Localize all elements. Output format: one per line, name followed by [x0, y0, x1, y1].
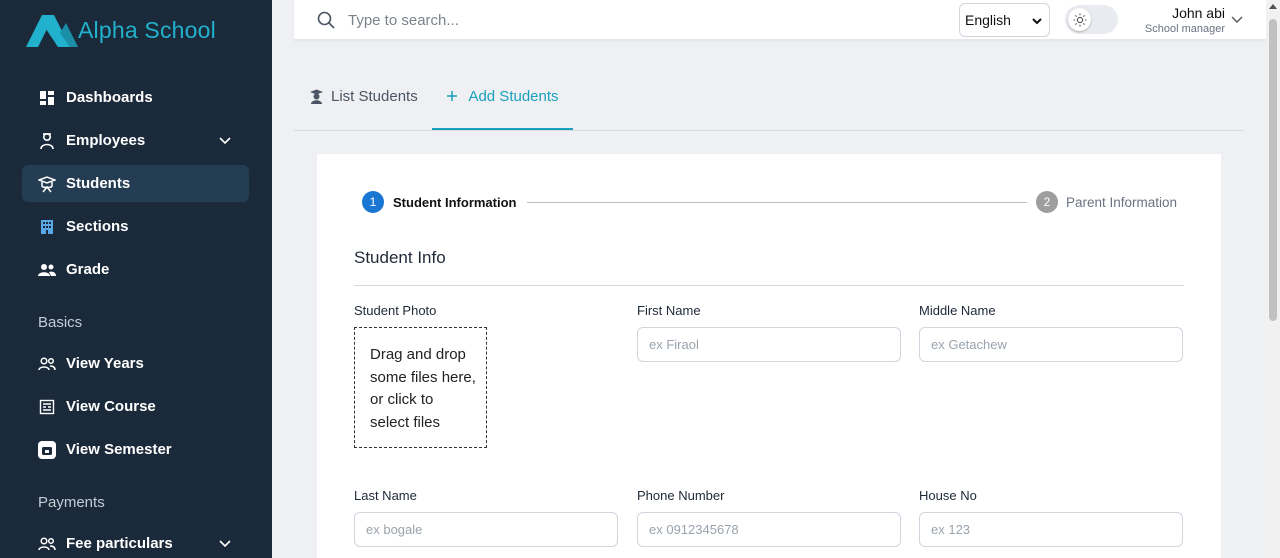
- scroll-thumb[interactable]: [1269, 19, 1277, 321]
- plus-icon: [446, 88, 462, 104]
- chevron-down-icon: [1032, 18, 1042, 25]
- users-icon: [38, 261, 56, 279]
- chevron-down-icon[interactable]: [217, 535, 233, 551]
- user-role: School manager: [1144, 23, 1225, 35]
- course-icon: [38, 398, 56, 416]
- sidebar-item-label: View Years: [66, 355, 144, 372]
- phone-number-input[interactable]: [637, 512, 901, 547]
- stepper-connector: [527, 202, 1027, 203]
- graduate-icon: [309, 88, 325, 104]
- brand-name: Alpha School: [78, 16, 216, 43]
- sidebar: Alpha School Dashboards Employees Studen…: [0, 0, 272, 558]
- user-name[interactable]: John abi: [1172, 5, 1225, 21]
- sidebar-item-label: Dashboards: [66, 89, 153, 106]
- building-icon: [38, 218, 56, 236]
- sidebar-item-dashboards[interactable]: Dashboards: [22, 79, 249, 116]
- tab-list-students[interactable]: List Students: [309, 80, 418, 130]
- sidebar-item-employees[interactable]: Employees: [22, 122, 249, 159]
- student-photo-label: Student Photo: [354, 303, 437, 318]
- semester-icon: [38, 440, 56, 459]
- tab-label: List Students: [331, 88, 418, 105]
- sidebar-item-view-semester[interactable]: View Semester: [22, 431, 249, 468]
- sidebar-item-students[interactable]: Students: [22, 165, 249, 202]
- employee-icon: [38, 132, 56, 150]
- middle-name-label: Middle Name: [919, 303, 996, 318]
- users-icon: [38, 355, 56, 373]
- section-label-basics: Basics: [38, 314, 83, 331]
- chevron-down-icon[interactable]: [217, 132, 233, 148]
- language-value: English: [965, 12, 1011, 28]
- dashboard-icon: [38, 89, 56, 107]
- chevron-down-icon[interactable]: [1230, 12, 1244, 26]
- tabs-divider: [294, 130, 1244, 131]
- logo-icon: [26, 15, 78, 47]
- step-1-indicator[interactable]: 1: [362, 191, 384, 213]
- sidebar-item-label: Students: [66, 175, 131, 192]
- tab-label: Add Students: [468, 88, 559, 105]
- step-2-indicator[interactable]: 2: [1036, 191, 1058, 213]
- sun-icon: [1073, 13, 1086, 26]
- tab-add-students[interactable]: Add Students: [432, 80, 573, 130]
- sidebar-item-view-years[interactable]: View Years: [22, 345, 249, 382]
- student-icon: [38, 175, 56, 193]
- photo-dropzone[interactable]: Drag and drop some files here, or click …: [354, 327, 487, 448]
- section-divider: [354, 285, 1184, 286]
- scroll-up-arrow[interactable]: [1269, 4, 1277, 9]
- topbar: English John abi School manager: [294, 0, 1266, 40]
- sidebar-item-label: Sections: [66, 218, 129, 235]
- search-input[interactable]: [348, 8, 648, 32]
- section-title: Student Info: [354, 248, 446, 267]
- sidebar-item-view-course[interactable]: View Course: [22, 388, 249, 425]
- section-label-payments: Payments: [38, 494, 105, 511]
- step-2-label[interactable]: Parent Information: [1066, 195, 1177, 210]
- sidebar-item-sections[interactable]: Sections: [22, 208, 249, 245]
- sidebar-item-label: View Semester: [66, 441, 172, 458]
- phone-number-label: Phone Number: [637, 488, 725, 503]
- search-icon: [317, 11, 335, 29]
- sidebar-item-label: Fee particulars: [66, 535, 173, 552]
- sidebar-item-label: View Course: [66, 398, 156, 415]
- last-name-label: Last Name: [354, 488, 417, 503]
- middle-name-input[interactable]: [919, 327, 1183, 362]
- sidebar-item-fee-particulars[interactable]: Fee particulars: [22, 525, 249, 558]
- first-name-input[interactable]: [637, 327, 901, 362]
- language-select[interactable]: English: [959, 3, 1050, 37]
- page-scrollbar[interactable]: [1266, 0, 1280, 558]
- sidebar-item-label: Employees: [66, 132, 146, 149]
- last-name-input[interactable]: [354, 512, 618, 547]
- theme-toggle[interactable]: [1065, 5, 1118, 34]
- first-name-label: First Name: [637, 303, 701, 318]
- house-no-label: House No: [919, 488, 977, 503]
- logo[interactable]: Alpha School: [24, 10, 216, 50]
- toggle-knob: [1068, 8, 1091, 31]
- users-icon: [38, 535, 56, 553]
- house-no-input[interactable]: [919, 512, 1183, 547]
- step-1-label[interactable]: Student Information: [393, 195, 517, 210]
- sidebar-item-label: Grade: [66, 261, 110, 278]
- add-student-form-card: 1 Student Information 2 Parent Informati…: [317, 154, 1221, 558]
- sidebar-item-grade[interactable]: Grade: [22, 251, 249, 288]
